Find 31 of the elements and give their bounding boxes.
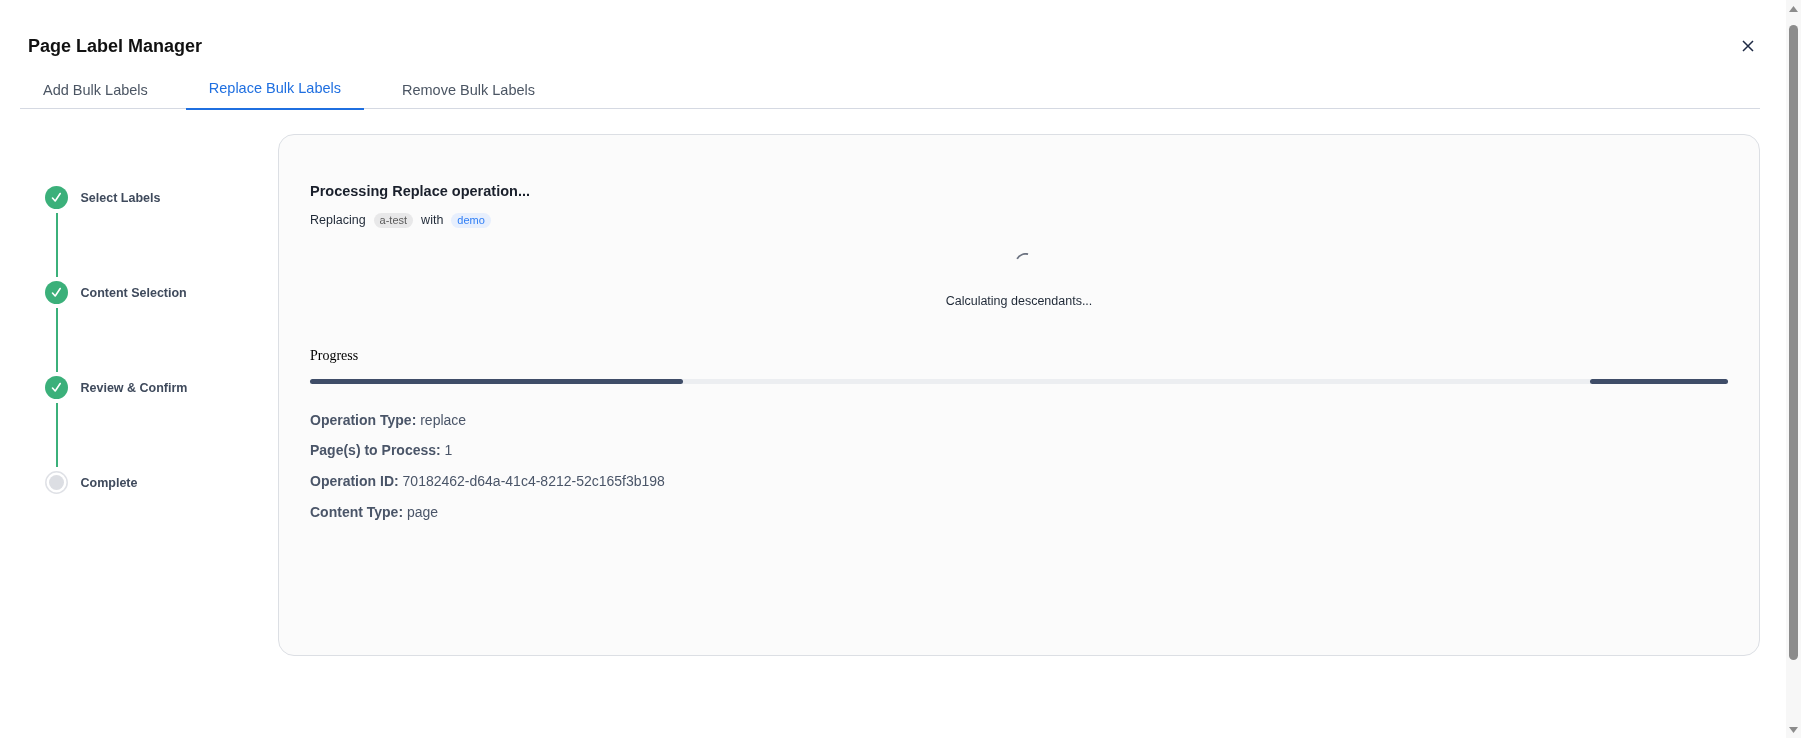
step-label: Content Selection (80, 285, 187, 300)
step-connector (55, 308, 58, 372)
detail-label: Operation ID: (310, 472, 399, 489)
summary-text: with (421, 213, 444, 227)
close-icon (1742, 40, 1754, 52)
detail-value: 70182462-d64a-41c4-8212-52c165f3b198 (402, 472, 665, 489)
label-tag: a-test (373, 212, 414, 228)
detail-value: 1 (444, 442, 453, 459)
detail-value: page (406, 503, 439, 520)
tab[interactable]: Add Bulk Labels (20, 72, 171, 110)
scroll-up-icon[interactable] (1789, 6, 1798, 12)
dialog-title: Page Label Manager (28, 35, 203, 58)
step-label: Review & Confirm (80, 380, 188, 395)
scroll-down-icon[interactable] (1789, 727, 1798, 733)
step-connector (55, 403, 58, 467)
step-connector (55, 213, 58, 277)
detail-label: Operation Type: (310, 411, 417, 428)
detail-label: Content Type: (310, 503, 404, 520)
operation-heading: Processing Replace operation... (310, 182, 531, 201)
progress-label: Progress (310, 347, 360, 365)
spinner-icon (1015, 253, 1029, 260)
scrollbar-thumb[interactable] (1789, 25, 1798, 660)
status-text: Calculating descendants... (944, 293, 1094, 309)
detail-label: Page(s) to Process: (310, 442, 441, 459)
tab[interactable]: Replace Bulk Labels (185, 72, 364, 110)
summary-text: Replacing (310, 213, 366, 227)
label-tag: demo (451, 212, 491, 228)
step-label: Select Labels (80, 190, 161, 205)
detail-value: replace (420, 411, 467, 428)
step-label: Complete (80, 475, 138, 490)
tab[interactable]: Remove Bulk Labels (379, 72, 558, 110)
